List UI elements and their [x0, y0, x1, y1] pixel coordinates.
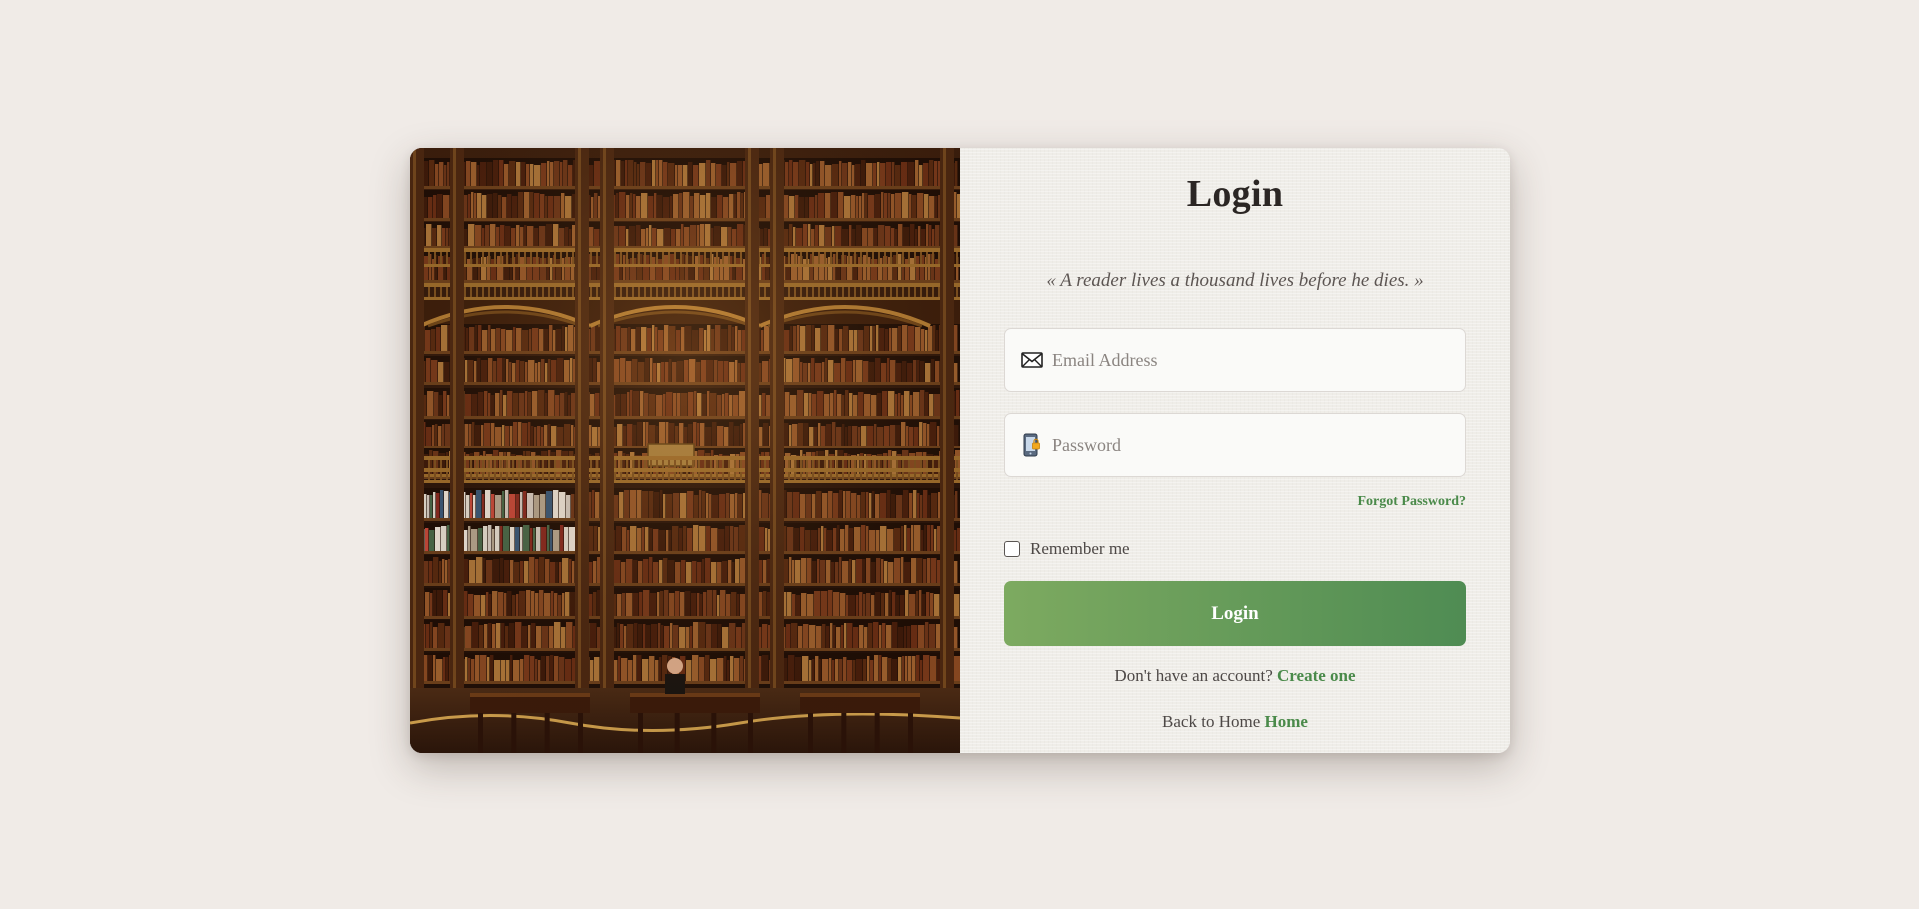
login-form-panel: Login « A reader lives a thousand lives …	[960, 148, 1510, 753]
signup-prompt: Don't have an account?	[1114, 666, 1273, 685]
home-prompt: Back to Home	[1162, 712, 1261, 731]
email-field-container[interactable]	[1004, 328, 1466, 392]
create-account-link[interactable]: Create one	[1277, 666, 1356, 685]
email-input[interactable]	[1052, 329, 1465, 391]
forgot-password-link[interactable]: Forgot Password?	[1358, 494, 1467, 510]
home-line: Back to Home Home	[960, 712, 1510, 732]
phone-lock-icon	[1020, 433, 1044, 457]
password-field-container[interactable]	[1004, 413, 1466, 477]
remember-me-label: Remember me	[1030, 539, 1130, 558]
password-input[interactable]	[1052, 414, 1465, 476]
library-hero-image	[410, 148, 960, 753]
remember-me-row[interactable]: Remember me	[1004, 539, 1130, 559]
envelope-icon	[1020, 348, 1044, 372]
remember-me-checkbox[interactable]	[1004, 541, 1020, 557]
login-button[interactable]: Login	[1004, 581, 1466, 646]
home-link[interactable]: Home	[1265, 712, 1308, 731]
quote-text: « A reader lives a thousand lives before…	[1046, 270, 1424, 291]
page-title: Login	[1186, 173, 1284, 215]
signup-line: Don't have an account? Create one	[960, 666, 1510, 686]
library-photo-illustration	[410, 148, 960, 753]
login-card: Login « A reader lives a thousand lives …	[410, 148, 1510, 753]
